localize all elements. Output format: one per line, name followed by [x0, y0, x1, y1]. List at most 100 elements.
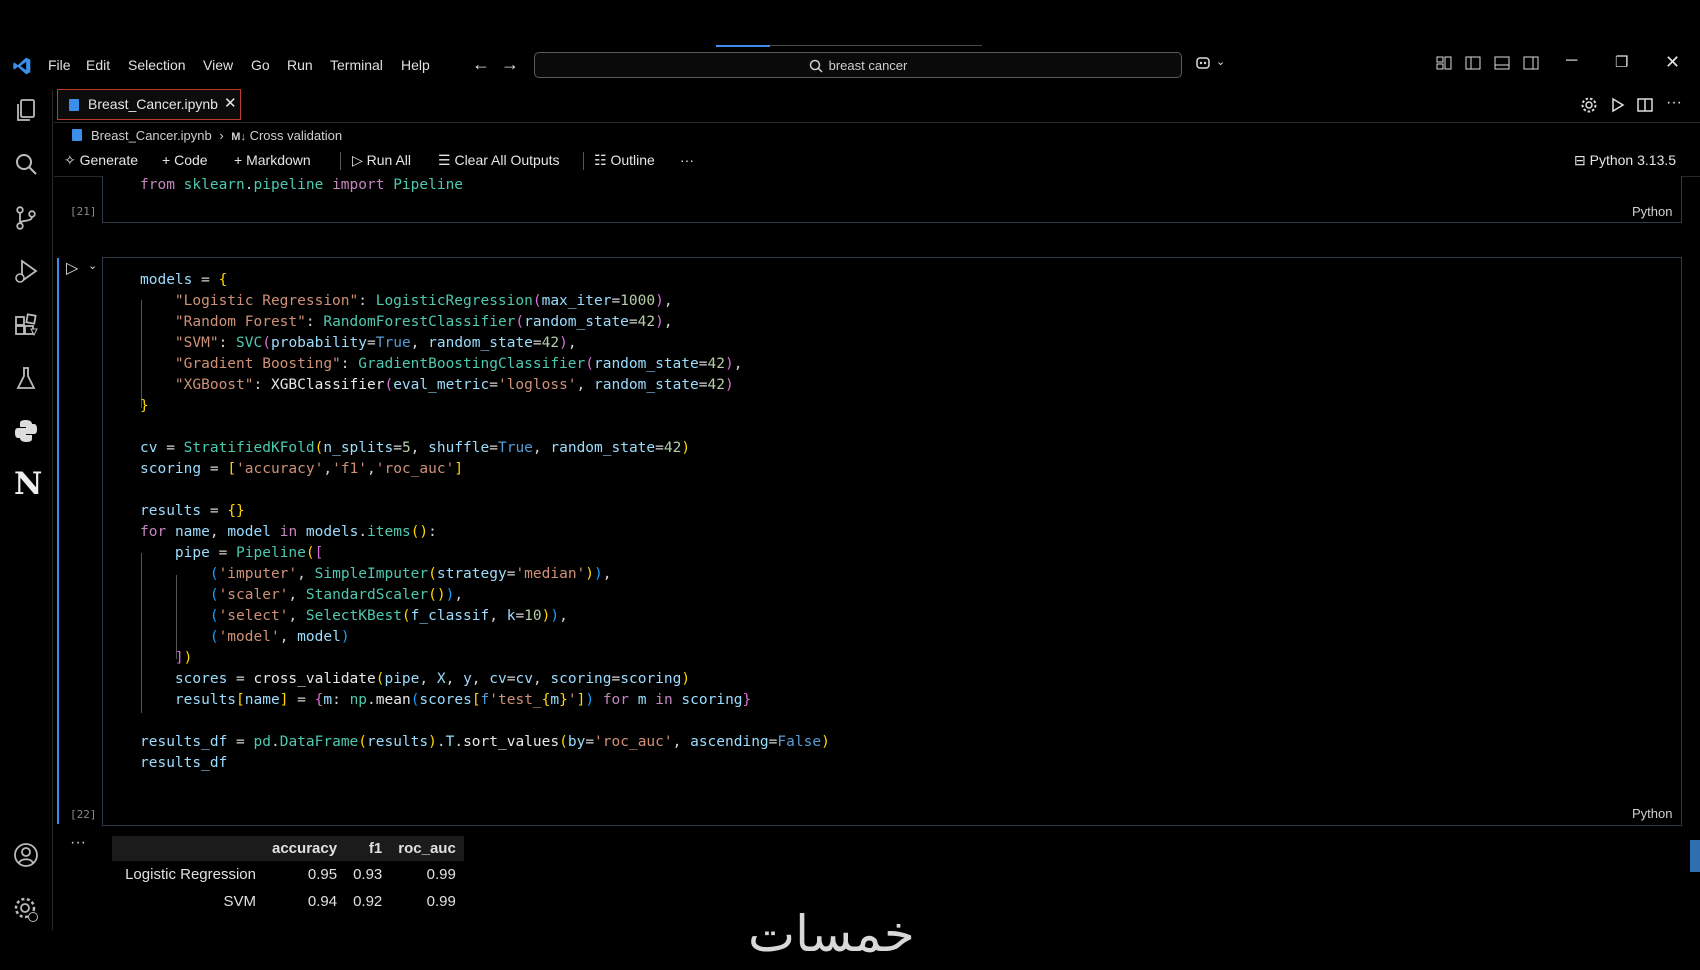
- clear-outputs-icon: ☰: [438, 152, 455, 168]
- cell-f1: 0.92: [353, 893, 383, 910]
- plus-icon: +: [162, 152, 175, 168]
- breadcrumb-section[interactable]: Cross validation: [250, 128, 343, 143]
- menu-terminal[interactable]: Terminal: [330, 57, 383, 73]
- markdown-label: Markdown: [246, 152, 311, 168]
- notebook-file-icon: [72, 129, 82, 141]
- plus-icon: +: [234, 152, 247, 168]
- outline-button[interactable]: ☷ Outline: [594, 152, 655, 169]
- cell22-exec-count: [22]: [70, 808, 97, 821]
- cell-accuracy: 0.95: [307, 866, 338, 883]
- editor-tab-bar: [54, 88, 1700, 123]
- cell21-code[interactable]: from sklearn.pipeline import Pipeline: [140, 175, 463, 196]
- tab-label: Breast_Cancer.ipynb: [88, 96, 218, 112]
- output-more-icon[interactable]: ···: [70, 834, 86, 852]
- run-all-button[interactable]: ▷ Run All: [352, 152, 411, 169]
- toggle-secondary-sidebar-icon[interactable]: [1522, 54, 1540, 72]
- menu-help[interactable]: Help: [401, 57, 430, 73]
- menu-go[interactable]: Go: [251, 57, 270, 73]
- notebook-file-icon: [69, 99, 79, 111]
- generate-button[interactable]: ✧ Generate: [64, 152, 138, 169]
- notebook-toolbar: ✧ Generate + Code + Markdown ▷ Run All ☰…: [54, 148, 1700, 177]
- divider: [583, 152, 584, 170]
- chevron-down-icon[interactable]: ⌄: [1216, 55, 1225, 68]
- tab-breast-cancer-notebook[interactable]: Breast_Cancer.ipynb ✕: [57, 89, 241, 120]
- run-cell-icon[interactable]: ▷: [66, 258, 78, 278]
- search-icon: [809, 59, 823, 73]
- column-header-accuracy: accuracy: [264, 836, 346, 861]
- chevron-down-icon[interactable]: ⌄: [88, 259, 97, 272]
- testing-flask-icon[interactable]: [12, 364, 40, 392]
- code-label: Code: [174, 152, 208, 168]
- row-index: SVM: [223, 893, 256, 910]
- row-index: Logistic Regression: [125, 866, 256, 883]
- outline-icon: ☷: [594, 152, 611, 168]
- outline-label: Outline: [610, 152, 655, 168]
- toggle-panel-icon[interactable]: [1493, 54, 1511, 72]
- more-actions-icon[interactable]: ···: [1666, 94, 1682, 112]
- table-row: Logistic Regression 0.95 0.93 0.99: [112, 861, 464, 888]
- explorer-icon[interactable]: [12, 96, 40, 124]
- account-icon[interactable]: [12, 841, 40, 869]
- settings-gear-icon[interactable]: [1580, 96, 1598, 114]
- column-header-roc-auc: roc_auc: [390, 836, 464, 861]
- menu-file[interactable]: File: [48, 57, 71, 73]
- table-index-header: [112, 836, 264, 861]
- clear-outputs-label: Clear All Outputs: [454, 152, 560, 168]
- cell21-language[interactable]: Python: [1632, 204, 1672, 219]
- menu-selection[interactable]: Selection: [128, 57, 186, 73]
- results-table: accuracy f1 roc_auc Logistic Regression …: [112, 836, 464, 915]
- run-debug-icon[interactable]: [12, 257, 40, 285]
- customize-layout-icon[interactable]: [1435, 54, 1453, 72]
- back-arrow-icon[interactable]: ←: [472, 54, 490, 75]
- run-all-icon: ▷: [352, 152, 367, 168]
- table-row: SVM 0.94 0.92 0.99: [112, 888, 464, 915]
- kernel-icon: ⊟: [1574, 152, 1590, 168]
- command-center-search[interactable]: breast cancer: [534, 52, 1182, 78]
- python-icon[interactable]: [12, 417, 40, 445]
- add-code-button[interactable]: + Code: [162, 152, 208, 168]
- kernel-picker[interactable]: ⊟ Python 3.13.5: [1574, 152, 1676, 169]
- watermark-logo: خمسات: [748, 905, 915, 963]
- cell22-language[interactable]: Python: [1632, 806, 1672, 821]
- extensions-icon[interactable]: [12, 311, 40, 339]
- breadcrumb: Breast_Cancer.ipynb › M↓ Cross validatio…: [72, 128, 342, 143]
- cell21-exec-count: [21]: [70, 205, 97, 218]
- vertical-scrollbar-thumb[interactable]: [1690, 840, 1700, 872]
- manage-gear-icon[interactable]: [12, 895, 40, 923]
- breadcrumb-separator-icon: ›: [219, 128, 224, 143]
- more-toolbar-icon[interactable]: ···: [680, 152, 694, 168]
- generate-label: Generate: [79, 152, 138, 168]
- loading-indicator: [716, 45, 982, 47]
- menu-edit[interactable]: Edit: [86, 57, 110, 73]
- close-icon[interactable]: ✕: [224, 94, 237, 112]
- add-markdown-button[interactable]: + Markdown: [234, 152, 311, 168]
- search-icon[interactable]: [12, 150, 40, 178]
- column-header-f1: f1: [345, 836, 391, 861]
- run-icon[interactable]: [1608, 96, 1626, 114]
- minimize-icon[interactable]: ─: [1566, 52, 1577, 70]
- breadcrumb-file[interactable]: Breast_Cancer.ipynb: [91, 128, 212, 143]
- cell-f1: 0.93: [353, 866, 383, 883]
- sparkle-icon: ✧: [64, 152, 80, 168]
- split-editor-icon[interactable]: [1636, 96, 1654, 114]
- notion-icon[interactable]: N: [14, 466, 42, 502]
- cell-roc-auc: 0.99: [426, 866, 456, 883]
- clear-all-outputs-button[interactable]: ☰ Clear All Outputs: [438, 152, 560, 169]
- kernel-label: Python 3.13.5: [1589, 152, 1677, 168]
- search-text: breast cancer: [828, 57, 908, 73]
- markdown-icon: M↓: [231, 131, 246, 143]
- divider: [340, 152, 341, 170]
- cell22-code[interactable]: models = { "Logistic Regression": Logist…: [140, 270, 830, 774]
- menu-run[interactable]: Run: [287, 57, 313, 73]
- cell-accuracy: 0.94: [307, 893, 338, 910]
- output-dataframe: accuracy f1 roc_auc Logistic Regression …: [112, 836, 464, 915]
- menu-view[interactable]: View: [203, 57, 233, 73]
- source-control-icon[interactable]: [12, 204, 40, 232]
- cell-focus-indicator: [57, 258, 59, 824]
- forward-arrow-icon[interactable]: →: [501, 54, 519, 75]
- copilot-icon[interactable]: [1195, 54, 1213, 72]
- close-window-icon[interactable]: ✕: [1665, 52, 1680, 73]
- cell-roc-auc: 0.99: [426, 893, 456, 910]
- toggle-sidebar-icon[interactable]: [1464, 54, 1482, 72]
- restore-icon[interactable]: ❐: [1615, 53, 1628, 71]
